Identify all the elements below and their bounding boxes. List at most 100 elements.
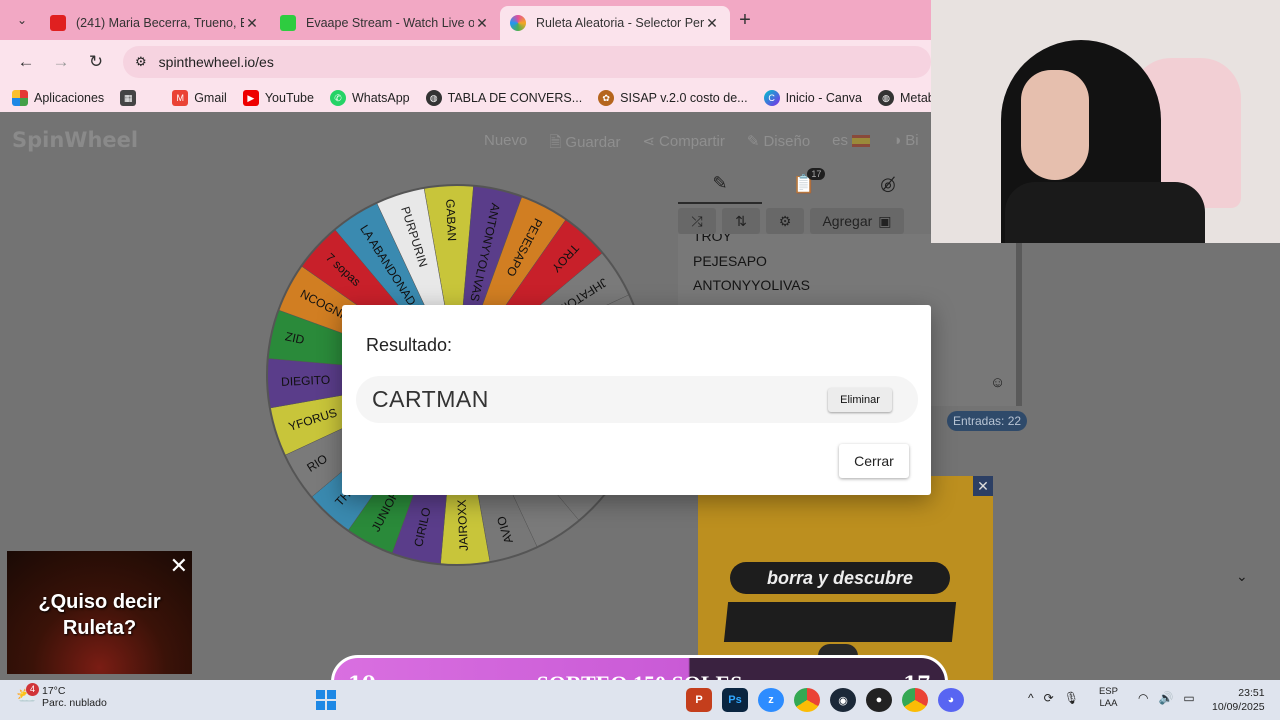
tab-youtube[interactable]: (241) Maria Becerra, Trueno, Bizarrap ✕	[40, 6, 270, 40]
result-dialog: Resultado: CARTMAN Eliminar Cerrar	[342, 305, 931, 495]
discord-icon[interactable]: ◕	[938, 688, 964, 712]
system-tray: ^ ⟳ 🎙 ESP LAA ◠ 🔊 ▭	[1028, 686, 1195, 710]
nav-language[interactable]: es	[832, 132, 871, 157]
wheel-favicon-icon	[510, 15, 526, 31]
nav-label: Compartir	[659, 133, 725, 150]
tab-close-icon[interactable]: ✕	[474, 15, 490, 32]
url-omnibox[interactable]: ⚙ spinthewheel.io/es	[123, 46, 931, 78]
pencil-icon: ✎	[746, 133, 760, 150]
sort-button[interactable]: ⇅	[722, 208, 760, 234]
remove-button[interactable]: Eliminar	[828, 388, 892, 412]
back-arrow-icon[interactable]: ←	[10, 46, 42, 78]
spinwheel-logo[interactable]: SpinWheel	[12, 128, 138, 152]
clock[interactable]: 23:51 10/09/2025	[1212, 686, 1265, 714]
result-name: CARTMAN	[372, 386, 489, 412]
grid-icon: ▦	[120, 90, 137, 106]
tab-title: (241) Maria Becerra, Trueno, Bizarrap	[76, 16, 244, 30]
windows-taskbar: ⛅ 4 17°C Parc. nublado P Ps z ◉ ● ◕ ^ ⟳ 🎙…	[0, 680, 1280, 720]
sort-icon: ⇅	[735, 212, 747, 229]
bookmark-gmail[interactable]: M Gmail	[172, 90, 227, 106]
chevron-up-icon[interactable]: ^	[1028, 691, 1034, 705]
battery-icon[interactable]: ▭	[1183, 691, 1194, 705]
nav-nuevo[interactable]: Nuevo	[484, 132, 527, 157]
bookmark-sisap[interactable]: ✿ SISAP v.2.0 costo de...	[598, 90, 748, 106]
canva-icon: C	[763, 90, 780, 106]
shuffle-button[interactable]: ⤮	[678, 208, 716, 234]
results-count-badge: 17	[807, 168, 826, 180]
chrome-active-icon[interactable]	[902, 688, 928, 712]
tab-hide[interactable]: ◎̸	[846, 164, 930, 204]
roulette-overlay: ✕ ¿Quiso decir Ruleta?	[7, 551, 192, 674]
nav-label: Nuevo	[484, 132, 528, 149]
emoji-icon[interactable]: ☺	[990, 374, 1005, 391]
new-tab-plus-icon[interactable]: +	[730, 5, 760, 35]
nav-compartir[interactable]: ⋖ Compartir	[642, 132, 724, 157]
wifi-icon[interactable]: ◠	[1138, 691, 1148, 705]
site-settings-icon[interactable]: ⚙	[135, 54, 147, 70]
entry-line: PEJESAPO	[693, 252, 767, 269]
nav-label: Guardar	[565, 134, 621, 151]
roulette-caption: ¿Quiso decir Ruleta?	[7, 589, 192, 641]
close-button[interactable]: Cerrar	[839, 444, 909, 478]
close-icon: ✕	[169, 553, 188, 578]
forward-arrow-icon[interactable]: →	[45, 46, 77, 78]
nav-guardar[interactable]: 🗎 Guardar	[549, 132, 620, 157]
settings-button[interactable]: ⚙	[766, 208, 804, 234]
tab-close-icon[interactable]: ✕	[704, 15, 720, 32]
bookmark-grid[interactable]: ▦	[120, 90, 142, 106]
microphone-icon[interactable]: 🎙	[1064, 691, 1079, 705]
obs-icon[interactable]: ●	[866, 688, 892, 712]
weather-widget[interactable]: ⛅ 4 17°C Parc. nublado	[16, 683, 107, 709]
bookmarks-bar: Aplicaciones ▦ M Gmail ▶ YouTube ✆ Whats…	[0, 84, 992, 112]
zoom-icon[interactable]: z	[758, 688, 784, 712]
chrome-icon[interactable]	[794, 688, 820, 712]
powerpoint-icon[interactable]: P	[686, 688, 712, 712]
panel-toolbar: ⤮ ⇅ ⚙ Agregar ▣	[678, 208, 930, 234]
tab-ruleta[interactable]: Ruleta Aleatoria - Selector Personalizad…	[500, 6, 730, 40]
tab-search-chevron-icon[interactable]: ⌄	[10, 8, 34, 32]
steam-icon[interactable]: ◉	[830, 688, 856, 712]
tab-kick[interactable]: Evaape Stream - Watch Live on Kick ✕	[270, 6, 500, 40]
bookmark-whatsapp[interactable]: ✆ WhatsApp	[329, 90, 410, 106]
speaker-icon[interactable]: 🔊	[1158, 691, 1173, 705]
nav-label: Diseño	[763, 133, 811, 150]
tab-close-icon[interactable]: ✕	[244, 15, 260, 32]
nav-label: Bi	[905, 132, 919, 149]
photoshop-icon[interactable]: Ps	[722, 688, 748, 712]
tab-title: Evaape Stream - Watch Live on Kick	[306, 16, 474, 30]
weather-condition: Parc. nublado	[42, 697, 107, 709]
ad-close-icon[interactable]: ✕	[973, 476, 993, 496]
windows-start-icon[interactable]	[316, 690, 336, 710]
bookmark-canva[interactable]: C Inicio - Canva	[763, 90, 862, 106]
wheel-segment-label: JAIROXX	[455, 499, 471, 551]
nav-diseno[interactable]: ✎ Diseño	[747, 132, 810, 157]
shuffle-icon: ⤮	[691, 212, 703, 229]
advertisement[interactable]: ✕ borra y descubre	[698, 476, 993, 680]
taskbar-apps: P Ps z ◉ ● ◕	[686, 688, 964, 712]
bookmark-aplicaciones[interactable]: Aplicaciones	[12, 90, 104, 106]
nav-theme[interactable]: ◑ Bi	[892, 132, 918, 157]
roulette-caption-line: ¿Quiso decir	[38, 591, 161, 613]
bookmark-youtube[interactable]: ▶ YouTube	[242, 90, 314, 106]
bookmark-label: SISAP v.2.0 costo de...	[620, 91, 748, 105]
tab-bar: ⌄ (241) Maria Becerra, Trueno, Bizarrap …	[0, 0, 931, 40]
tab-title: Ruleta Aleatoria - Selector Personalizad…	[536, 16, 704, 30]
save-icon: 🗎	[549, 134, 562, 151]
bookmark-label: TABLA DE CONVERS...	[447, 91, 583, 105]
panel-tabs: ✎ 📋 17 ◎̸	[678, 164, 930, 204]
bookmark-tabla[interactable]: ◍ TABLA DE CONVERS...	[425, 90, 583, 106]
address-bar: ← → ↻ ⚙ spinthewheel.io/es	[0, 40, 931, 84]
language-indicator[interactable]: ESP LAA	[1099, 686, 1118, 710]
top-nav: Nuevo 🗎 Guardar ⋖ Compartir ✎ Diseño es ◑ Bi	[484, 132, 919, 157]
wheel-segment-label: GABAN	[443, 199, 459, 242]
add-image-button[interactable]: Agregar ▣	[810, 208, 904, 234]
tab-edit[interactable]: ✎	[678, 164, 762, 204]
reload-icon[interactable]: ↻	[80, 46, 112, 78]
eye-off-icon: ◎̸	[880, 173, 896, 194]
add-label: Agregar	[822, 213, 873, 229]
sync-icon[interactable]: ⟳	[1044, 691, 1054, 705]
chevron-down-icon[interactable]: ⌄	[1236, 568, 1248, 585]
person-face-shape	[1021, 70, 1089, 180]
wheel-segment-label: DIEGITO	[281, 373, 331, 389]
tab-results[interactable]: 📋 17	[762, 164, 846, 204]
